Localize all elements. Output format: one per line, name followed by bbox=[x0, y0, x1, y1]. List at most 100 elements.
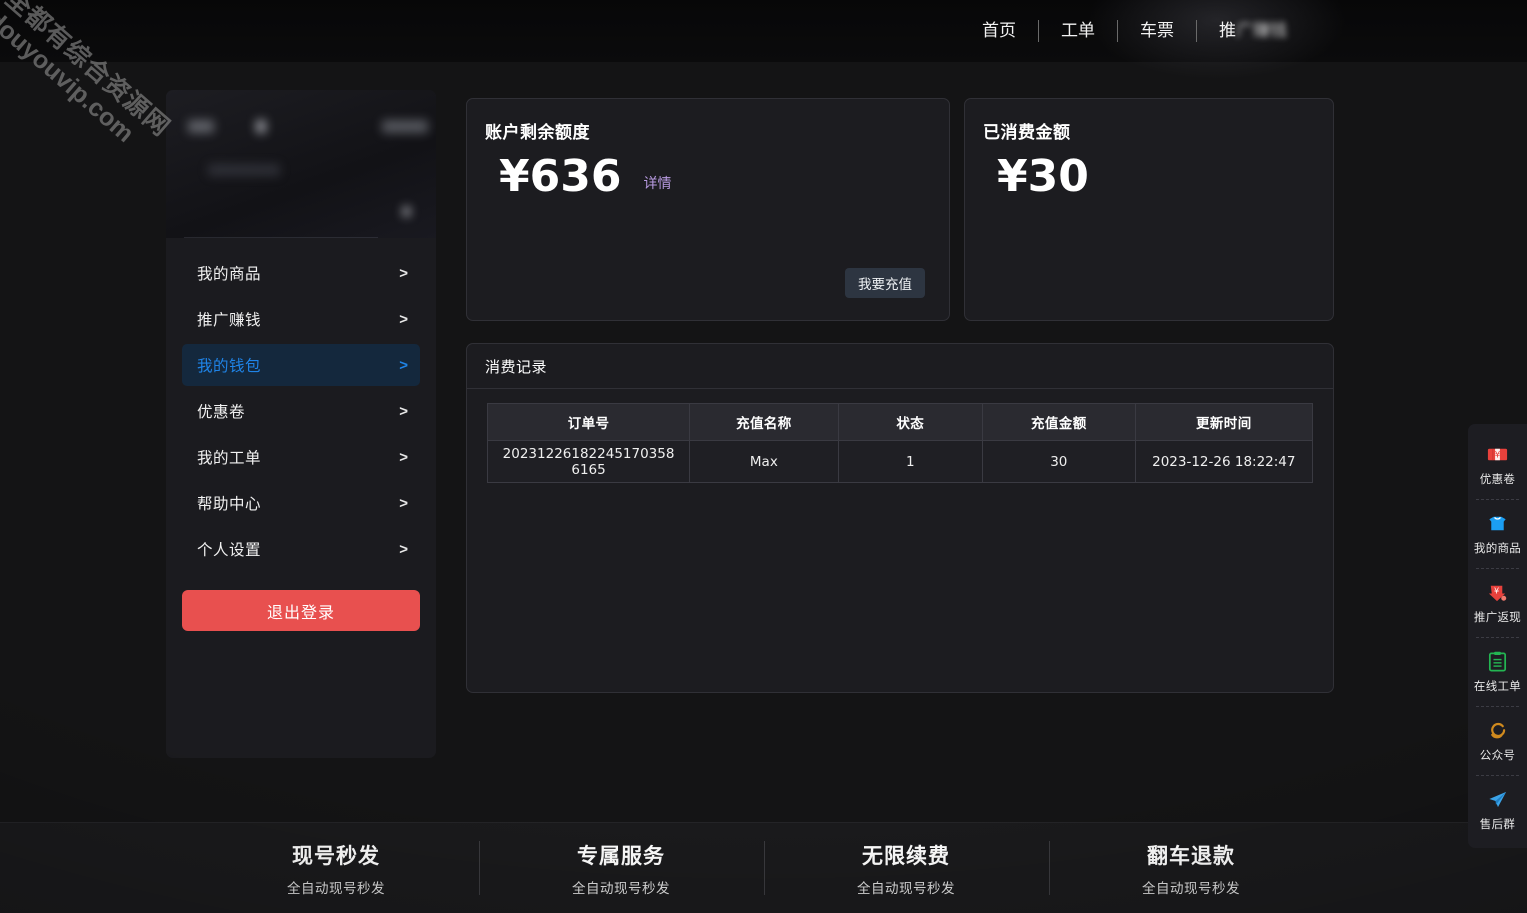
spent-card: 已消费金额 ¥30 bbox=[964, 98, 1334, 321]
footer-column-exclusive-service: 专属服务 全自动现号秒发 bbox=[478, 839, 764, 897]
sidebar-item-label: 我的工单 bbox=[197, 450, 262, 467]
nav-item-promotion-tail: 广赚钱 bbox=[1236, 21, 1287, 40]
footer-column-subtitle: 全自动现号秒发 bbox=[1142, 880, 1240, 896]
dock-item-label: 推广返现 bbox=[1473, 611, 1522, 624]
column-header-update-time: 更新时间 bbox=[1134, 403, 1314, 441]
dock-item-label: 在线工单 bbox=[1473, 680, 1522, 693]
dock-item-official-account[interactable]: 公众号 bbox=[1468, 706, 1527, 775]
footer-column-refund: 翻车退款 全自动现号秒发 bbox=[1048, 839, 1334, 897]
footer-column-instant-delivery: 现号秒发 全自动现号秒发 bbox=[194, 839, 479, 897]
logout-button[interactable]: 退出登录 bbox=[182, 590, 420, 631]
balance-card-title: 账户剩余额度 bbox=[485, 123, 590, 142]
profile-divider bbox=[184, 237, 378, 238]
dock-item-online-ticket[interactable]: 在线工单 bbox=[1468, 637, 1527, 706]
profile-chip bbox=[188, 120, 214, 133]
user-profile-card bbox=[166, 90, 436, 238]
coupon-ticket-icon: ¥ bbox=[1487, 448, 1508, 460]
footer-column-subtitle: 全自动现号秒发 bbox=[857, 880, 955, 896]
svg-text:¥: ¥ bbox=[1495, 450, 1501, 460]
svg-text:¥: ¥ bbox=[1494, 585, 1499, 595]
footer-column-title: 无限续费 bbox=[862, 844, 950, 868]
column-header-recharge-name: 充值名称 bbox=[689, 403, 839, 441]
sidebar-item-my-products[interactable]: 我的商品 > bbox=[182, 252, 420, 294]
user-profile-blurred-content bbox=[166, 90, 436, 238]
page-root: 首页 工单 车票 推广赚钱 全都有综合资源网 douyouvip.com 我的商… bbox=[0, 0, 1527, 913]
dock-item-label: 优惠卷 bbox=[1479, 473, 1516, 486]
dock-item-label: 公众号 bbox=[1479, 749, 1516, 762]
table-header-row: 订单号 充值名称 状态 充值金额 更新时间 bbox=[486, 403, 1314, 441]
sidebar-item-label: 推广赚钱 bbox=[197, 312, 262, 329]
swirl-icon bbox=[1491, 722, 1506, 738]
column-header-order-no: 订单号 bbox=[486, 403, 691, 441]
footer-column-title: 现号秒发 bbox=[292, 844, 380, 868]
chevron-right-icon: > bbox=[399, 494, 408, 512]
spent-card-title: 已消费金额 bbox=[983, 123, 1071, 142]
footer-column-subtitle: 全自动现号秒发 bbox=[287, 880, 385, 896]
profile-chip bbox=[256, 120, 266, 133]
sidebar-item-my-wallet[interactable]: 我的钱包 > bbox=[182, 344, 420, 386]
record-panel-title: 消费记录 bbox=[467, 344, 1333, 389]
chevron-right-icon: > bbox=[399, 264, 408, 282]
page-footer: 现号秒发 全自动现号秒发 专属服务 全自动现号秒发 无限续费 全自动现号秒发 翻… bbox=[0, 822, 1527, 913]
sidebar-item-label: 我的钱包 bbox=[197, 358, 262, 375]
table-header: 订单号 充值名称 状态 充值金额 更新时间 bbox=[486, 403, 1314, 441]
nav-item-train-ticket[interactable]: 车票 bbox=[1118, 18, 1196, 44]
right-floating-dock: ¥ 优惠卷 我的商品 ¥ 推广返现 在线工单 公众号 售后群 bbox=[1468, 424, 1527, 848]
dock-item-promotion-cashback[interactable]: ¥ 推广返现 bbox=[1468, 568, 1527, 637]
main-content: 账户剩余额度 ¥636 详情 我要充值 已消费金额 ¥30 消费记录 订单号 充… bbox=[466, 98, 1334, 693]
nav-item-promotion-head: 推 bbox=[1219, 21, 1236, 40]
footer-columns: 现号秒发 全自动现号秒发 专属服务 全自动现号秒发 无限续费 全自动现号秒发 翻… bbox=[194, 839, 1334, 897]
record-table-wrapper: 订单号 充值名称 状态 充值金额 更新时间 202312261822451703… bbox=[467, 389, 1333, 483]
table-row[interactable]: 20231226182245170358 6165 Max 1 30 2023-… bbox=[486, 440, 1314, 483]
sidebar-item-label: 个人设置 bbox=[197, 542, 262, 559]
cell-status: 1 bbox=[837, 440, 984, 483]
dock-item-aftersales-group[interactable]: 售后群 bbox=[1468, 775, 1527, 844]
chevron-right-icon: > bbox=[399, 310, 408, 328]
sidebar-item-promotion[interactable]: 推广赚钱 > bbox=[182, 298, 420, 340]
profile-badge bbox=[403, 207, 410, 216]
profile-secondary-row bbox=[208, 164, 280, 176]
column-header-amount: 充值金额 bbox=[982, 403, 1136, 441]
nav-item-promotion[interactable]: 推广赚钱 bbox=[1197, 18, 1309, 44]
footer-column-title: 专属服务 bbox=[577, 844, 665, 868]
balance-detail-link[interactable]: 详情 bbox=[643, 173, 671, 193]
consumption-record-table: 订单号 充值名称 状态 充值金额 更新时间 202312261822451703… bbox=[486, 403, 1314, 483]
sidebar-item-help-center[interactable]: 帮助中心 > bbox=[182, 482, 420, 524]
sidebar-item-coupons[interactable]: 优惠卷 > bbox=[182, 390, 420, 432]
cell-update-time: 2023-12-26 18:22:47 bbox=[1134, 440, 1314, 483]
cell-order-no: 20231226182245170358 6165 bbox=[486, 440, 691, 483]
sidebar-item-label: 我的商品 bbox=[197, 266, 262, 283]
footer-column-unlimited-renewal: 无限续费 全自动现号秒发 bbox=[763, 839, 1049, 897]
balance-card: 账户剩余额度 ¥636 详情 我要充值 bbox=[466, 98, 950, 321]
top-navigation: 首页 工单 车票 推广赚钱 bbox=[960, 18, 1309, 44]
cell-amount: 30 bbox=[982, 440, 1136, 483]
shopping-bag-icon bbox=[1489, 516, 1506, 530]
recharge-button[interactable]: 我要充值 bbox=[845, 268, 925, 298]
dock-item-coupons[interactable]: ¥ 优惠卷 bbox=[1468, 430, 1527, 499]
column-header-status: 状态 bbox=[837, 403, 984, 441]
spent-amount: ¥30 bbox=[997, 151, 1089, 202]
dock-item-label: 我的商品 bbox=[1473, 542, 1522, 555]
dock-item-my-products[interactable]: 我的商品 bbox=[1468, 499, 1527, 568]
profile-stat-row bbox=[188, 120, 428, 133]
profile-chip bbox=[382, 120, 428, 133]
sidebar-item-my-tickets[interactable]: 我的工单 > bbox=[182, 436, 420, 478]
page-body: 我的商品 > 推广赚钱 > 我的钱包 > 优惠卷 > 我的工单 > 帮助中心 >… bbox=[0, 62, 1527, 822]
chevron-right-icon: > bbox=[399, 402, 408, 420]
table-body: 20231226182245170358 6165 Max 1 30 2023-… bbox=[486, 440, 1314, 483]
balance-amount: ¥636 bbox=[499, 151, 622, 202]
spent-amount-row: ¥30 bbox=[997, 155, 1089, 199]
nav-item-tickets[interactable]: 工单 bbox=[1039, 18, 1117, 44]
clipboard-icon bbox=[1488, 651, 1507, 671]
consumption-record-panel: 消费记录 订单号 充值名称 状态 充值金额 更新时间 2023122618224… bbox=[466, 343, 1334, 693]
left-sidebar: 我的商品 > 推广赚钱 > 我的钱包 > 优惠卷 > 我的工单 > 帮助中心 >… bbox=[166, 90, 436, 758]
footer-column-title: 翻车退款 bbox=[1147, 844, 1235, 868]
telegram-plane-icon bbox=[1489, 791, 1507, 807]
chevron-right-icon: > bbox=[399, 356, 408, 374]
dock-item-label: 售后群 bbox=[1479, 818, 1516, 831]
nav-item-home[interactable]: 首页 bbox=[960, 18, 1038, 44]
sidebar-item-label: 优惠卷 bbox=[197, 404, 246, 421]
chevron-right-icon: > bbox=[399, 540, 408, 558]
sidebar-item-personal-settings[interactable]: 个人设置 > bbox=[182, 528, 420, 570]
sidebar-menu: 我的商品 > 推广赚钱 > 我的钱包 > 优惠卷 > 我的工单 > 帮助中心 >… bbox=[166, 238, 436, 631]
